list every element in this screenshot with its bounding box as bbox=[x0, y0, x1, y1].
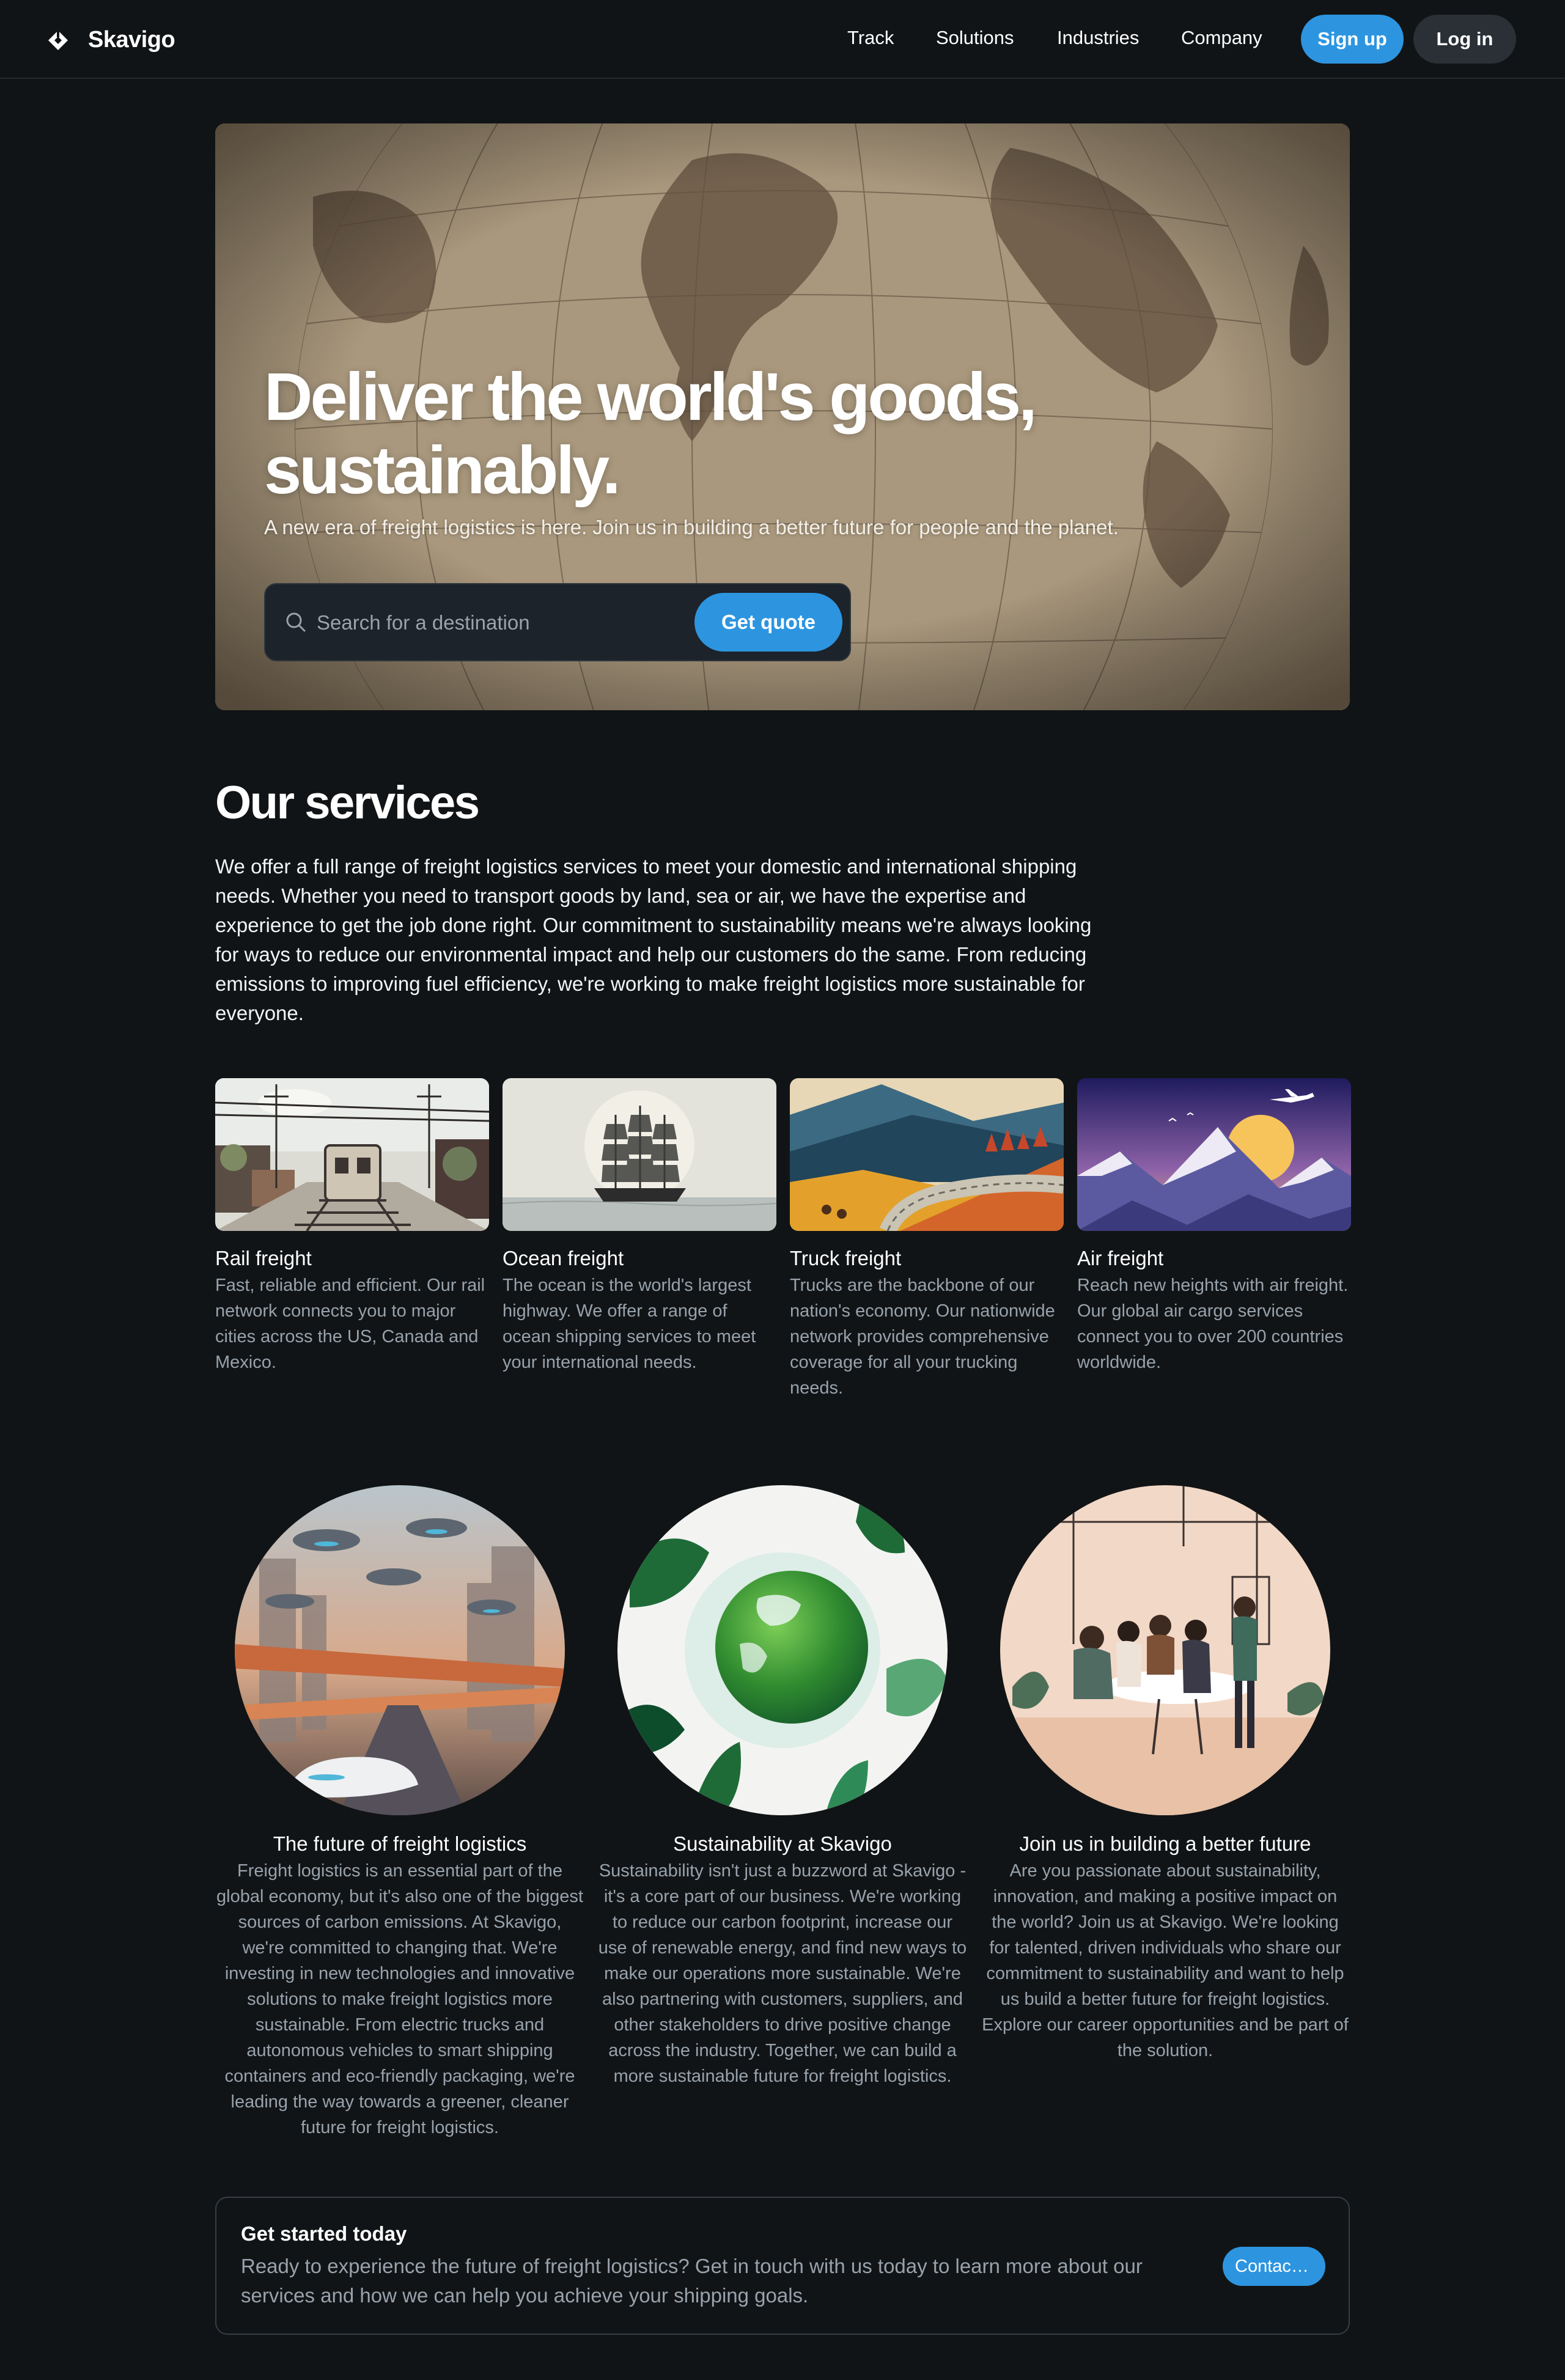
hero-subtitle: A new era of freight logistics is here. … bbox=[264, 516, 1119, 538]
green-globe-image bbox=[617, 1485, 948, 1815]
rail-freight-image bbox=[215, 1078, 489, 1231]
future-city-image bbox=[235, 1485, 565, 1815]
destination-search-input[interactable] bbox=[317, 603, 683, 643]
service-card-text: The ocean is the world's largest highway… bbox=[503, 1276, 756, 1372]
service-card-title: Rail freight bbox=[215, 1247, 312, 1269]
hero-banner: Deliver the world's goods, sustainably. … bbox=[215, 123, 1350, 710]
feature-text: Sustainability isn't just a buzzword at … bbox=[598, 1861, 967, 2086]
feature-text: Are you passionate about sustainability,… bbox=[982, 1861, 1349, 2060]
services-heading: Our services bbox=[215, 777, 480, 829]
service-card-text: Fast, reliable and efficient. Our rail n… bbox=[215, 1276, 485, 1372]
search-icon bbox=[286, 612, 306, 632]
feature-join-us: Join us in building a better future Are … bbox=[981, 1485, 1350, 2063]
hero-title: Deliver the world's goods, sustainably. bbox=[264, 361, 1120, 507]
feature-title: The future of freight logistics bbox=[273, 1832, 527, 1855]
service-card-rail[interactable]: Rail freight Fast, reliable and efficien… bbox=[215, 1078, 489, 1375]
get-started-banner: Get started today Ready to experience th… bbox=[215, 2197, 1350, 2335]
hero-title-line-1: Deliver the world's goods, bbox=[264, 359, 1037, 435]
service-card-title: Ocean freight bbox=[503, 1247, 624, 1269]
log-in-button[interactable]: Log in bbox=[1413, 15, 1516, 64]
destination-search-bar: Get quote bbox=[264, 583, 851, 661]
feature-text: Freight logistics is an essential part o… bbox=[216, 1861, 583, 2137]
cta-title: Get started today bbox=[241, 2222, 407, 2245]
get-quote-button[interactable]: Get quote bbox=[694, 593, 842, 652]
nav-link-solutions[interactable]: Solutions bbox=[936, 27, 1014, 49]
brand-logo[interactable]: Skavigo bbox=[48, 27, 175, 53]
diamond-logo-icon bbox=[48, 29, 68, 50]
ocean-freight-image bbox=[503, 1078, 776, 1231]
sign-up-button[interactable]: Sign up bbox=[1301, 15, 1404, 64]
feature-sustainability: Sustainability at Skavigo Sustainability… bbox=[598, 1485, 967, 2089]
service-card-text: Trucks are the backbone of our nation's … bbox=[790, 1276, 1055, 1398]
services-description: We offer a full range of freight logisti… bbox=[215, 855, 1092, 1024]
hero-title-line-2: sustainably. bbox=[264, 433, 621, 508]
contact-us-button[interactable]: Contact us bbox=[1223, 2247, 1325, 2286]
service-card-title: Air freight bbox=[1077, 1247, 1164, 1269]
truck-freight-image bbox=[790, 1078, 1064, 1231]
feature-future-freight: The future of freight logistics Freight … bbox=[215, 1485, 584, 2140]
nav-link-track[interactable]: Track bbox=[847, 27, 894, 49]
feature-title: Join us in building a better future bbox=[1019, 1832, 1311, 1855]
service-card-truck[interactable]: Truck freight Trucks are the backbone of… bbox=[790, 1078, 1064, 1401]
nav-link-company[interactable]: Company bbox=[1181, 27, 1262, 49]
brand-name: Skavigo bbox=[88, 27, 175, 53]
service-card-text: Reach new heights with air freight. Our … bbox=[1077, 1276, 1349, 1372]
service-card-title: Truck freight bbox=[790, 1247, 902, 1269]
cta-text: Ready to experience the future of freigh… bbox=[241, 2255, 1143, 2307]
service-card-air[interactable]: Air freight Reach new heights with air f… bbox=[1077, 1078, 1351, 1375]
team-meeting-image bbox=[1000, 1485, 1330, 1815]
nav-link-industries[interactable]: Industries bbox=[1057, 27, 1139, 49]
feature-title: Sustainability at Skavigo bbox=[673, 1832, 892, 1855]
top-navigation-bar: Skavigo Track Solutions Industries Compa… bbox=[0, 0, 1565, 79]
air-freight-image bbox=[1077, 1078, 1351, 1231]
service-card-ocean[interactable]: Ocean freight The ocean is the world's l… bbox=[503, 1078, 776, 1375]
